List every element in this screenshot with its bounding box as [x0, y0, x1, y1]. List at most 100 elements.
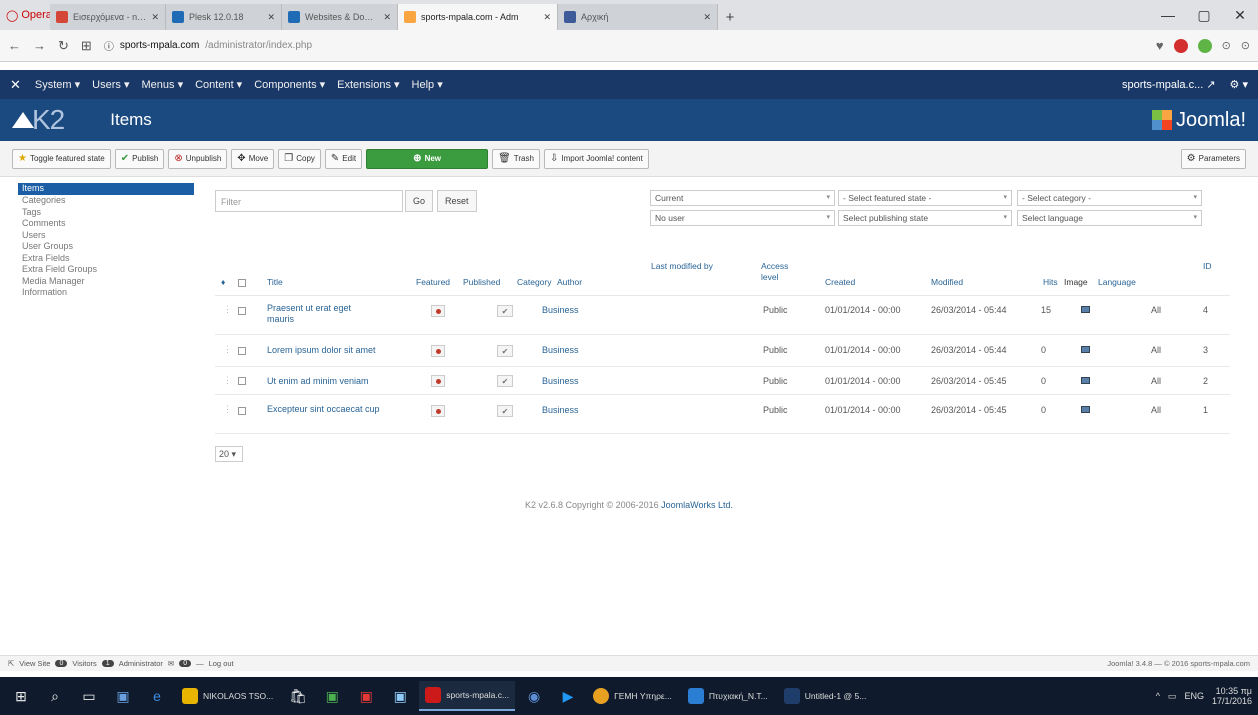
order-column-header[interactable]: ♦	[221, 277, 225, 288]
joomla-menu-icon[interactable]: ✕	[10, 77, 21, 93]
row-checkbox[interactable]	[238, 307, 246, 315]
adblock-icon[interactable]	[1173, 38, 1188, 53]
view-site-link[interactable]: View Site	[19, 659, 50, 668]
menu-system[interactable]: System ▾	[35, 78, 80, 91]
created-column-header[interactable]: Created	[825, 277, 855, 288]
sidebar-item-extra-fields[interactable]: Extra Fields	[18, 253, 194, 265]
published-toggle[interactable]: ✔	[497, 345, 513, 357]
published-toggle[interactable]: ✔	[497, 375, 513, 387]
new-button[interactable]: ⊕ New	[366, 148, 489, 169]
browser-tab[interactable]: Αρχική ✕	[558, 4, 718, 30]
taskbar-app[interactable]: Πτυχιακή_Ν.Τ...	[682, 681, 774, 711]
close-tab-icon[interactable]: ✕	[383, 12, 391, 23]
user-filter-select[interactable]: No user ▾	[650, 210, 835, 226]
trash-filter-select[interactable]: Current ▾	[650, 190, 835, 206]
item-title-link[interactable]: Lorem ipsum dolor sit amet	[267, 345, 397, 356]
task-view-icon[interactable]: ▭	[74, 681, 104, 711]
envelope-icon[interactable]: ✉	[168, 659, 174, 668]
taskbar-app-active[interactable]: sports-mpala.c...	[419, 681, 516, 711]
speed-dial-icon[interactable]: ⊞	[81, 38, 92, 54]
published-column-header[interactable]: Published	[463, 277, 500, 288]
site-info-icon[interactable]: ⓘ	[104, 38, 114, 53]
edit-button[interactable]: ✎ Edit	[324, 148, 363, 169]
site-name-link[interactable]: sports-mpala.c... ↗	[1122, 78, 1216, 91]
menu-components[interactable]: Components ▾	[254, 78, 325, 91]
id-column-header[interactable]: ID	[1203, 261, 1215, 272]
app-red-icon[interactable]: ▣	[351, 681, 381, 711]
logout-link[interactable]: Log out	[209, 659, 234, 668]
row-checkbox[interactable]	[238, 377, 246, 385]
close-tab-icon[interactable]: ✕	[543, 12, 551, 23]
browser-tab[interactable]: Plesk 12.0.18 ✕	[166, 4, 282, 30]
opera-menu-button[interactable]: ◯ Opera	[0, 0, 52, 30]
featured-column-header[interactable]: Featured	[416, 277, 450, 288]
filter-input[interactable]: Filter	[215, 190, 403, 212]
sidebar-item-media-manager[interactable]: Media Manager	[18, 276, 194, 288]
clock[interactable]: 10:35 πμ 17/1/2016	[1212, 686, 1252, 706]
access-level-column-header[interactable]: Access level	[761, 261, 801, 283]
app-blue-icon[interactable]: ▣	[385, 681, 415, 711]
close-window-button[interactable]: ✕	[1222, 7, 1258, 24]
image-icon[interactable]	[1081, 377, 1090, 384]
sidebar-item-comments[interactable]: Comments	[18, 218, 194, 230]
sidebar-item-information[interactable]: Information	[18, 287, 194, 299]
close-tab-icon[interactable]: ✕	[703, 12, 711, 23]
row-checkbox[interactable]	[238, 407, 246, 415]
edge-browser-icon[interactable]: e	[142, 681, 172, 711]
new-tab-button[interactable]: +	[718, 4, 742, 30]
featured-filter-select[interactable]: - Select featured state - ▾	[838, 190, 1012, 206]
category-column-header[interactable]: Category	[517, 277, 552, 288]
featured-toggle[interactable]	[431, 405, 445, 417]
reload-icon[interactable]: ↻	[58, 38, 69, 54]
move-button[interactable]: ✥ Move	[231, 148, 275, 169]
published-toggle[interactable]: ✔	[497, 405, 513, 417]
sidebar-item-items[interactable]: Items	[18, 183, 194, 195]
gear-icon[interactable]: ⚙ ▾	[1230, 78, 1248, 91]
media-icon[interactable]: ◉	[519, 681, 549, 711]
vpn-icon[interactable]	[1197, 38, 1212, 53]
menu-content[interactable]: Content ▾	[195, 78, 242, 91]
minimize-button[interactable]: —	[1150, 7, 1186, 23]
list-limit-select[interactable]: 20 ▾	[215, 446, 243, 462]
browser-tab-active[interactable]: sports-mpala.com - Adm ✕	[398, 4, 558, 30]
heart-icon[interactable]: ♥	[1156, 38, 1164, 53]
last-modified-by-column-header[interactable]: Last modified by	[651, 261, 721, 272]
browser-tab[interactable]: Websites & Domains - Pl ✕	[282, 4, 398, 30]
forward-arrow-icon[interactable]: →	[33, 38, 46, 53]
sidebar-item-extra-field-groups[interactable]: Extra Field Groups	[18, 264, 194, 276]
taskbar-app[interactable]: NIKOLAOS TSO...	[176, 681, 279, 711]
store-icon[interactable]: 🛍	[283, 681, 313, 711]
language-indicator[interactable]: ENG	[1184, 691, 1204, 701]
image-icon[interactable]	[1081, 306, 1090, 313]
play-icon[interactable]: ▶	[553, 681, 583, 711]
featured-toggle[interactable]	[431, 305, 445, 317]
item-category-link[interactable]: Business	[542, 345, 579, 356]
chevron-up-icon[interactable]: ^	[1156, 691, 1160, 701]
category-filter-select[interactable]: - Select category - ▾	[1017, 190, 1202, 206]
author-column-header[interactable]: Author	[557, 277, 582, 288]
go-button[interactable]: Go	[405, 190, 434, 212]
menu-icon[interactable]: ⊙	[1241, 39, 1250, 52]
row-checkbox[interactable]	[238, 347, 246, 355]
search-icon[interactable]: ⌕	[40, 681, 70, 711]
joomlaworks-link[interactable]: JoomlaWorks Ltd.	[661, 500, 733, 510]
title-column-header[interactable]: Title	[267, 277, 283, 288]
unpublish-button[interactable]: ⊗ Unpublish	[168, 148, 228, 169]
menu-users[interactable]: Users ▾	[92, 78, 129, 91]
drag-handle-icon[interactable]: ⋮	[223, 375, 232, 386]
app-green-icon[interactable]: ▣	[317, 681, 347, 711]
import-joomla-content-button[interactable]: ⇩ Import Joomla! content	[543, 148, 649, 169]
item-category-link[interactable]: Business	[542, 305, 579, 316]
download-icon[interactable]: ⊙	[1222, 39, 1231, 52]
language-filter-select[interactable]: Select language ▾	[1017, 210, 1202, 226]
browser-tab[interactable]: Εισερχόμενα - nikostso ✕	[50, 4, 166, 30]
menu-menus[interactable]: Menus ▾	[141, 78, 183, 91]
item-title-link[interactable]: Excepteur sint occaecat cup	[267, 404, 392, 415]
featured-toggle[interactable]	[431, 345, 445, 357]
featured-toggle[interactable]	[431, 375, 445, 387]
item-category-link[interactable]: Business	[542, 405, 579, 416]
toggle-featured-button[interactable]: ★ Toggle featured state	[12, 148, 111, 169]
taskbar-app[interactable]: ΓΕΜΗ Υπηρε...	[587, 681, 678, 711]
menu-extensions[interactable]: Extensions ▾	[337, 78, 399, 91]
published-toggle[interactable]: ✔	[497, 305, 513, 317]
